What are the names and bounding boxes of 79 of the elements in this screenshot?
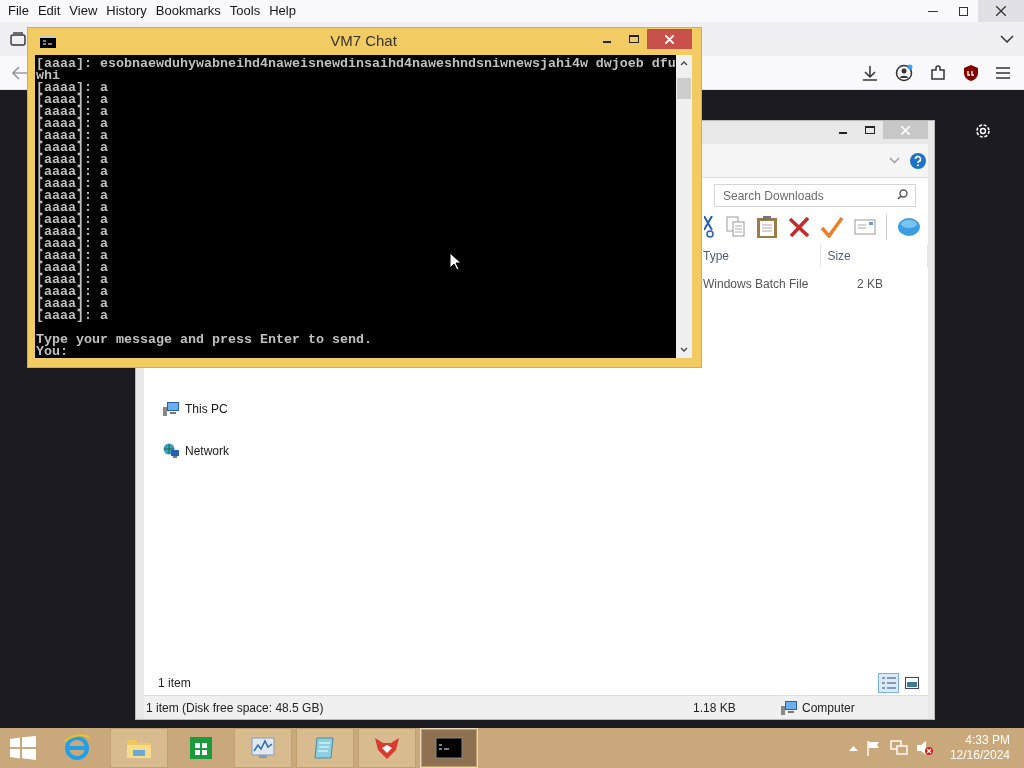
- table-cell-text: 2 KB: [856, 276, 883, 293]
- console-line: [aaaa]: a: [36, 190, 108, 202]
- status-zone: Computer: [801, 699, 855, 717]
- window-title: VM7 Chat: [330, 31, 397, 52]
- clipboard-icon[interactable]: [756, 215, 778, 239]
- tab-list-icon[interactable]: [10, 32, 26, 46]
- console-line: [aaaa]: a: [36, 286, 108, 298]
- status-size: 1.18 KB: [693, 699, 737, 717]
- nav-item[interactable]: This PC: [185, 400, 228, 418]
- console-line: [aaaa]: a: [36, 118, 108, 130]
- console-line: [aaaa]: a: [36, 214, 108, 226]
- close-icon: [665, 34, 674, 44]
- windows-logo-icon: [10, 736, 36, 760]
- menu-item[interactable]: History: [102, 1, 151, 21]
- shield-icon[interactable]: [963, 63, 979, 82]
- chevron-down-icon[interactable]: [1000, 35, 1014, 43]
- speaker-muted-icon[interactable]: [915, 740, 934, 756]
- back-arrow-icon[interactable]: [12, 65, 28, 80]
- network-icon: [163, 443, 179, 459]
- menu-item[interactable]: Edit: [33, 1, 65, 21]
- console-line: [aaaa]: a: [36, 238, 108, 250]
- console-line: [aaaa]: esobnaewduhywabneihd4naweisnewdinsaihd4naweshndsniwnewsjahi4w dwjoeb dfu: [36, 58, 676, 70]
- console-line: [aaaa]: a: [36, 82, 108, 94]
- search-field[interactable]: Search Downloads: [714, 184, 916, 207]
- settings-icon[interactable]: [974, 122, 992, 140]
- console-line: [aaaa]: a: [36, 310, 108, 322]
- console-line: [aaaa]: a: [36, 142, 108, 154]
- console-icon: [435, 734, 463, 762]
- console-line: [aaaa]: a: [36, 262, 108, 274]
- column-header[interactable]: Size: [821, 244, 928, 267]
- menu-item[interactable]: Help: [265, 1, 300, 21]
- close-icon: [901, 125, 910, 135]
- search-icon[interactable]: [897, 188, 908, 200]
- computer-icon: [781, 700, 797, 715]
- console-line: [aaaa]: a: [36, 130, 108, 142]
- mouse-cursor-icon: [449, 252, 461, 271]
- console-line: [aaaa]: a: [36, 226, 108, 238]
- column-header[interactable]: Type: [703, 244, 822, 267]
- globe-icon[interactable]: [897, 216, 921, 238]
- ie-icon: [63, 734, 91, 762]
- scissors-icon[interactable]: [704, 216, 716, 238]
- console-line: [aaaa]: a: [36, 94, 108, 106]
- status-text: 1 item (Disk free space: 48.5 GB): [145, 699, 325, 717]
- scroll-up-icon[interactable]: [680, 61, 688, 66]
- close-icon: [996, 6, 1006, 16]
- scrollbar[interactable]: [676, 55, 692, 358]
- console-line: [aaaa]: a: [36, 178, 108, 190]
- taskbar-button[interactable]: [420, 728, 478, 768]
- console-line: [aaaa]: a: [36, 298, 108, 310]
- console-line: [aaaa]: a: [36, 154, 108, 166]
- console-line: Type your message and press Enter to send.: [36, 334, 372, 346]
- menu-icon[interactable]: [996, 66, 1010, 79]
- console-line: [aaaa]: a: [36, 250, 108, 262]
- console-icon: [40, 35, 56, 48]
- console-line: [aaaa]: a: [36, 166, 108, 178]
- console-line: You:: [36, 346, 68, 358]
- console-line: [aaaa]: a: [36, 106, 108, 118]
- console-line: [aaaa]: a: [36, 274, 108, 286]
- nav-item[interactable]: Network: [185, 442, 229, 460]
- store-icon: [187, 734, 215, 762]
- console-line: whi: [36, 70, 60, 82]
- account-icon[interactable]: [895, 63, 913, 82]
- scrollbar-thumb[interactable]: [677, 78, 691, 99]
- item-count: 1 item: [158, 675, 191, 692]
- envelope-icon[interactable]: [854, 219, 876, 235]
- delete-icon[interactable]: [788, 216, 810, 238]
- checkmark-icon[interactable]: [820, 216, 844, 238]
- console-line: [aaaa]: a: [36, 202, 108, 214]
- puzzle-icon[interactable]: [930, 64, 946, 81]
- download-icon[interactable]: [862, 64, 878, 81]
- scroll-down-icon[interactable]: [680, 347, 688, 352]
- table-cell-text: Windows Batch File: [703, 276, 810, 293]
- help-icon[interactable]: [910, 152, 926, 169]
- close-button[interactable]: [647, 29, 692, 49]
- menu-item[interactable]: File: [4, 1, 33, 21]
- menu-item[interactable]: Tools: [225, 1, 265, 21]
- menu-item[interactable]: View: [65, 1, 102, 21]
- menu-item[interactable]: Bookmarks: [151, 1, 225, 21]
- computer-icon: [163, 401, 179, 417]
